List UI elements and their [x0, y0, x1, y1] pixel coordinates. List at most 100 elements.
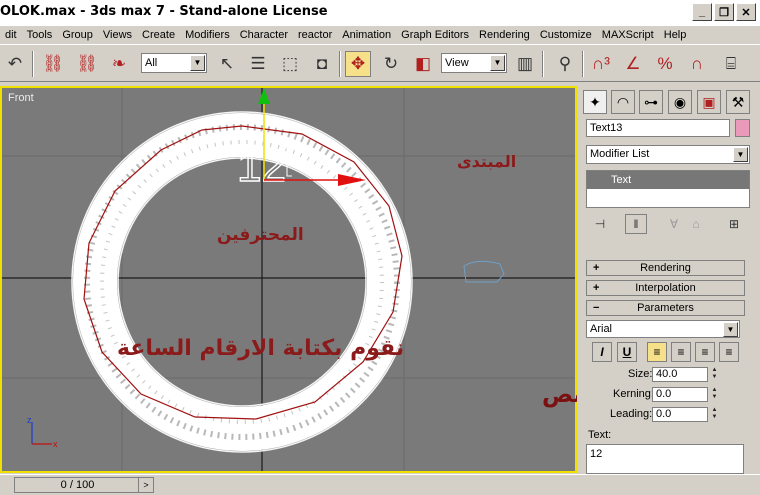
menu-animation[interactable]: Animation	[337, 29, 396, 41]
menu-rendering[interactable]: Rendering	[474, 29, 535, 41]
configure-modifier-sets-icon[interactable]: ⊞	[723, 214, 745, 234]
align-left-icon[interactable]: ≡	[647, 342, 667, 362]
menu-customize[interactable]: Customize	[535, 29, 597, 41]
menu-create[interactable]: Create	[137, 29, 180, 41]
align-right-icon[interactable]: ≡	[695, 342, 715, 362]
unlink-selection-icon[interactable]: ⛓	[74, 51, 100, 77]
leading-spinner[interactable]: 0.0	[652, 407, 708, 422]
expand-icon: +	[593, 262, 600, 274]
select-and-rotate-icon[interactable]: ↻	[378, 51, 404, 77]
arabic-pro-label: المحترفين	[217, 225, 304, 245]
interpolation-rollout-label: Interpolation	[635, 282, 696, 294]
text-object-12[interactable]: 12	[236, 141, 286, 191]
menu-maxscript[interactable]: MAXScript	[597, 29, 659, 41]
gizmo-y-arrow[interactable]	[258, 88, 270, 104]
bind-to-space-warp-icon[interactable]: ❧	[106, 51, 132, 77]
remove-modifier-icon[interactable]: ⌂	[685, 214, 707, 234]
front-viewport[interactable]: Front 12 z x المبتدى المحترفين نقوم بكتا…	[0, 86, 577, 473]
menu-character[interactable]: Character	[235, 29, 293, 41]
parameters-rollout[interactable]: − Parameters	[586, 300, 745, 316]
parameters-rollout-label: Parameters	[637, 302, 694, 314]
modifier-stack: Text	[586, 170, 750, 208]
create-tab-icon[interactable]: ✦	[583, 90, 607, 114]
select-and-move-icon[interactable]: ✥	[345, 51, 371, 77]
kerning-spinner-arrows[interactable]: ▲ ▼	[710, 387, 719, 402]
reference-coord-value: View	[445, 57, 469, 69]
expand-icon: +	[593, 282, 600, 294]
text-input-box[interactable]: 12	[586, 444, 744, 474]
toolbar-separator	[339, 51, 341, 77]
edit-named-selection-icon[interactable]: ⌸	[718, 51, 744, 77]
rendering-rollout[interactable]: + Rendering	[586, 260, 745, 276]
time-slider[interactable]: 0 / 100 >	[14, 477, 154, 493]
menu-reactor[interactable]: reactor	[293, 29, 337, 41]
display-tab-icon[interactable]: ▣	[697, 90, 721, 114]
minimize-button[interactable]: _	[692, 3, 712, 21]
chevron-down-icon: ▼	[733, 147, 748, 162]
select-and-manipulate-icon[interactable]: ⚲	[552, 51, 578, 77]
reference-coord-dropdown[interactable]: View ▼	[441, 53, 507, 73]
menu-tools[interactable]: Tools	[22, 29, 58, 41]
menu-modifiers[interactable]: Modifiers	[180, 29, 235, 41]
rendering-rollout-label: Rendering	[640, 262, 691, 274]
window-crossing-icon[interactable]: ◘	[309, 51, 335, 77]
pin-stack-icon[interactable]: ⊣	[589, 214, 611, 234]
size-spinner[interactable]: 40.0	[652, 367, 708, 382]
snaps-toggle-icon[interactable]: ∩³	[588, 51, 614, 77]
select-and-scale-icon[interactable]: ◧	[410, 51, 436, 77]
toolbar-separator	[582, 51, 584, 77]
kerning-spinner[interactable]: 0.0	[652, 387, 708, 402]
object-color-swatch[interactable]	[735, 119, 750, 137]
menu-help[interactable]: Help	[659, 29, 692, 41]
window-controls: _ ❐ ✕	[692, 3, 756, 21]
select-and-link-icon[interactable]: ⛓	[40, 51, 66, 77]
spinner-snap-icon[interactable]: ∩	[684, 51, 710, 77]
chevron-down-icon: ▼	[723, 322, 738, 337]
window-title: OLOK.max - 3ds max 7 - Stand-alone Licen…	[0, 4, 328, 19]
selection-filter-dropdown[interactable]: All ▼	[141, 53, 207, 73]
select-object-icon[interactable]: ↖	[214, 51, 240, 77]
percent-snap-icon[interactable]: %	[652, 51, 678, 77]
modifier-list-dropdown[interactable]: Modifier List ▼	[586, 145, 750, 164]
justify-icon[interactable]: ≡	[719, 342, 739, 362]
menu-edit[interactable]: dit	[0, 29, 22, 41]
menu-bar: dit Tools Group Views Create Modifiers C…	[0, 26, 760, 44]
make-unique-icon[interactable]: ∀	[663, 214, 685, 234]
select-by-name-icon[interactable]: ☰	[245, 51, 271, 77]
hierarchy-tab-icon[interactable]: ⊶	[639, 90, 663, 114]
align-center-icon[interactable]: ≡	[671, 342, 691, 362]
status-bar: 0 / 100 >	[0, 474, 760, 495]
text-label: Text:	[588, 429, 612, 441]
utilities-tab-icon[interactable]: ⚒	[726, 90, 750, 114]
undo-icon[interactable]: ↶	[2, 51, 28, 77]
font-dropdown[interactable]: Arial ▼	[586, 320, 740, 338]
menu-group[interactable]: Group	[57, 29, 98, 41]
arabic-beginner-label: المبتدى	[457, 152, 517, 171]
size-spinner-arrows[interactable]: ▲ ▼	[710, 367, 719, 382]
underline-button[interactable]: U	[617, 342, 637, 362]
time-slider-value: 0 / 100	[60, 479, 95, 491]
rectangular-selection-icon[interactable]: ⬚	[277, 51, 303, 77]
italic-button[interactable]: I	[592, 342, 612, 362]
pivot-center-icon[interactable]: ▥	[512, 51, 538, 77]
chevron-down-icon: ▼	[190, 55, 205, 71]
next-frame-button[interactable]: >	[138, 478, 153, 492]
command-panel: ✦ ◠ ⊶ ◉ ▣ ⚒ Text13 Modifier List ▼ Text …	[577, 86, 760, 474]
angle-snap-icon[interactable]: ∠	[620, 51, 646, 77]
kerning-label: Kerning:	[613, 388, 654, 400]
chevron-down-icon: ▼	[490, 55, 505, 71]
collapse-icon: −	[593, 302, 600, 314]
viewport-canvas: 12 z x	[2, 88, 575, 471]
modifier-list-label: Modifier List	[590, 148, 650, 160]
motion-tab-icon[interactable]: ◉	[668, 90, 692, 114]
object-name-field[interactable]: Text13	[586, 119, 730, 137]
interpolation-rollout[interactable]: + Interpolation	[586, 280, 745, 296]
menu-views[interactable]: Views	[98, 29, 137, 41]
restore-button[interactable]: ❐	[714, 3, 734, 21]
show-end-result-icon[interactable]: ‖	[625, 214, 647, 234]
stack-item-text[interactable]: Text	[587, 171, 749, 189]
menu-graph-editors[interactable]: Graph Editors	[396, 29, 474, 41]
leading-spinner-arrows[interactable]: ▲ ▼	[710, 407, 719, 422]
modify-tab-icon[interactable]: ◠	[611, 90, 635, 114]
close-button[interactable]: ✕	[736, 3, 756, 21]
